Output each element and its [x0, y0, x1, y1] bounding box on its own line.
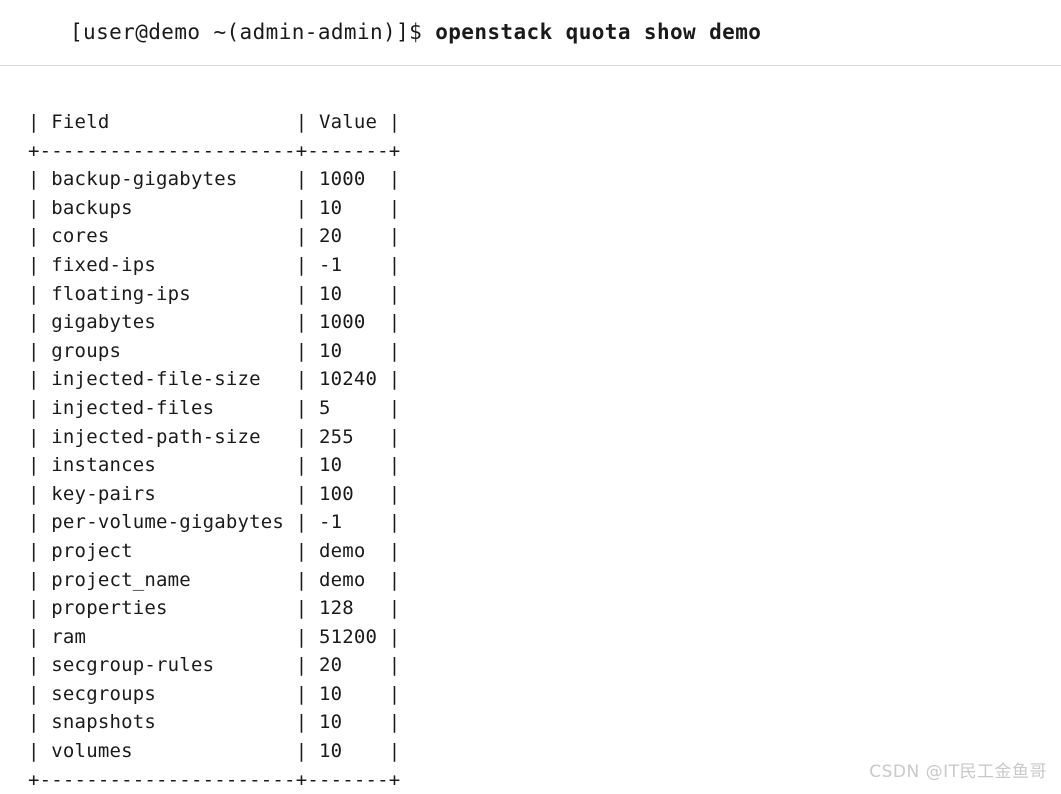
quota-table: | Field | Value | +----------------------… [28, 108, 400, 794]
table-row: | injected-file-size | 10240 | [28, 368, 401, 391]
command-header: [user@demo ~(admin-admin)]$ openstack qu… [0, 0, 1061, 66]
table-row: | project | demo | [28, 539, 401, 562]
shell-command: openstack quota show demo [435, 20, 762, 44]
table-row: | injected-path-size | 255 | [28, 425, 401, 448]
command-line: [user@demo ~(admin-admin)]$ openstack qu… [70, 22, 761, 43]
table-row: | snapshots | 10 | [28, 711, 401, 734]
table-row: | cores | 20 | [28, 225, 401, 248]
table-row: | injected-files | 5 | [28, 396, 401, 419]
table-row: | per-volume-gigabytes | -1 | [28, 511, 401, 534]
table-row: | groups | 10 | [28, 339, 401, 362]
table-separator-row: +----------------------+-------+ [28, 139, 401, 162]
table-row: | backup-gigabytes | 1000 | [28, 168, 401, 191]
csdn-watermark: CSDN @IT民工金鱼哥 [869, 762, 1047, 782]
table-row: | backups | 10 | [28, 196, 401, 219]
table-row: | properties | 128 | [28, 597, 401, 620]
table-row: | instances | 10 | [28, 454, 401, 477]
table-header-row: | Field | Value | [28, 111, 401, 133]
table-row: | fixed-ips | -1 | [28, 253, 401, 276]
table-row: | gigabytes | 1000 | [28, 311, 401, 334]
table-row: | secgroups | 10 | [28, 682, 401, 705]
table-row: | key-pairs | 100 | [28, 482, 401, 505]
table-row: | ram | 51200 | [28, 625, 401, 648]
shell-prompt: [user@demo ~(admin-admin)]$ [70, 20, 436, 44]
table-row: | secgroup-rules | 20 | [28, 654, 401, 677]
table-row: | project_name | demo | [28, 568, 401, 591]
table-row: | floating-ips | 10 | [28, 282, 401, 305]
table-row: | volumes | 10 | [28, 740, 401, 763]
